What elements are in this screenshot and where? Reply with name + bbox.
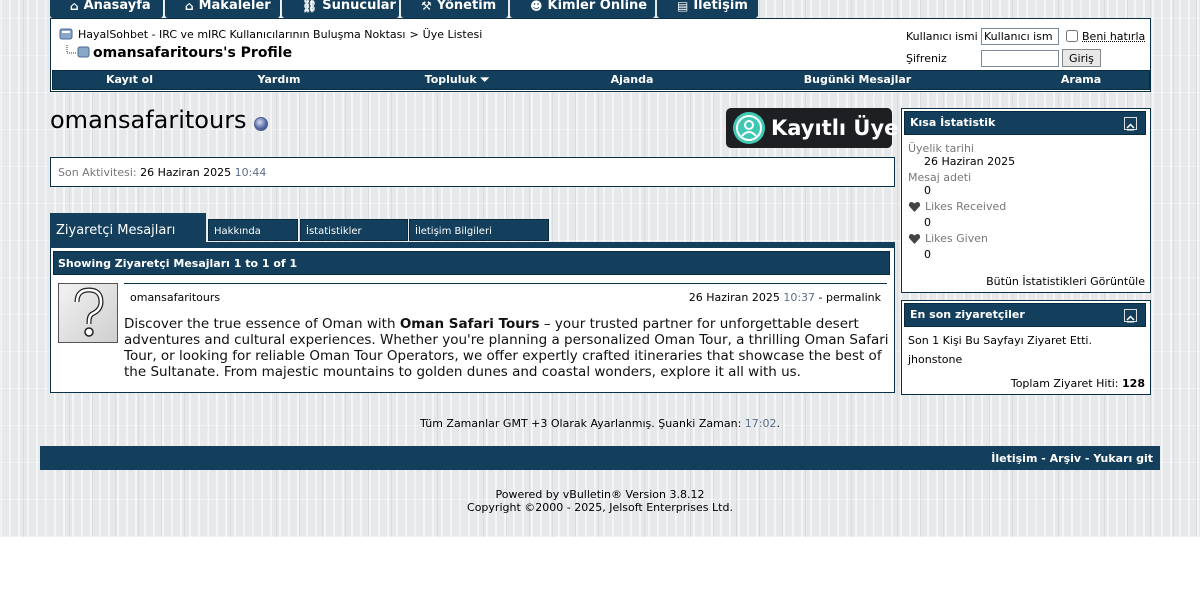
likes-given-value: 0 [924,248,931,261]
last-activity-time: 10:44 [234,166,267,179]
mini-stats-header: Kısa İstatistik [904,111,1146,135]
visitor-messages-header: Showing Ziyaretçi Mesajları 1 to 1 of 1 [53,251,890,275]
last-activity-box: Son Aktivitesi: 26 Haziran 2025 10:44 [50,157,895,187]
rank-title: Kayıtlı Üye [771,116,899,140]
copyright-text: Copyright ©2000 - 2025, Jelsoft Enterpri… [467,501,733,514]
visitor-link[interactable]: jhonstone [908,353,962,366]
profile-tabs: Ziyaretçi Mesajları Hakkında İstatistikl… [50,213,895,243]
topnav-management[interactable]: ⚒ Yönetim [401,0,508,18]
likes-received-value: 0 [924,216,931,229]
forum-home-icon[interactable] [59,28,73,40]
document-icon: ▤ [677,0,689,13]
current-time: 17:02 [744,417,777,430]
total-visits: Toplam Ziyaret Hiti: 128 [1010,377,1145,390]
topnav-contact[interactable]: ▤ İletişim [657,0,758,18]
likes-received-label: Likes Received [908,200,1006,213]
last-activity-label: Son Aktivitesi: [58,166,137,179]
last-activity-date: 26 Haziran 2025 [140,166,232,179]
recent-visitors-header: En son ziyaretçiler [904,303,1146,327]
unknown-avatar-icon [74,287,104,337]
breadcrumb-member-list-link[interactable]: Üye Listesi [423,28,483,41]
avatar[interactable] [58,283,118,343]
message-text: Discover the true essence of Oman with O… [124,316,889,380]
home-icon: ⌂ [185,0,194,13]
offline-status-icon [254,117,268,131]
heart-icon [908,233,921,244]
dropdown-arrow-icon: ⏷ [480,73,490,86]
tab-statistics[interactable]: İstatistikler [300,219,408,241]
join-date-value: 26 Haziran 2025 [924,155,1016,168]
footer-links: İletişim - Arşiv - Yukarı git [991,452,1153,465]
menu-bar: Kayıt ol Yardım Topluluk ⏷ Ajanda Bugünk… [52,70,1150,90]
menu-help[interactable]: Yardım [206,71,352,89]
top-navigation: ⌂ Anasayfa ⌂ Makaleler ⛓ Sunucular ⚒ Yönetim… [50,0,760,18]
tab-visitor-messages[interactable]: Ziyaretçi Mesajları [50,213,206,243]
topnav-home[interactable]: ⌂ Anasayfa [50,0,163,18]
users-icon: ☻ [530,0,543,13]
menu-calendar[interactable]: Ajanda [562,71,702,89]
visitor-messages-panel: Showing Ziyaretçi Mesajları 1 to 1 of 1 … [50,248,895,393]
collapse-icon[interactable] [1124,117,1137,131]
mini-stats-box: Kısa İstatistik Üyelik tarihi 26 Haziran… [901,108,1151,293]
topnav-articles[interactable]: ⌂ Makaleler [165,0,280,18]
footer-top-link[interactable]: Yukarı git [1093,452,1153,465]
page-title: omansafaritours's Profile [93,45,293,61]
message-meta: omansafaritours 26 Haziran 2025 10:37 - … [124,283,887,306]
user-rank-icon [733,112,765,144]
link-icon: ⛓ [302,0,318,13]
username-input[interactable] [981,27,1059,45]
login-form: Kullanıcı ismi Beni hatırla Şifreniz Gir… [906,25,1145,69]
permalink-link[interactable]: - permalink [819,291,881,304]
remember-me[interactable]: Beni hatırla [1066,30,1145,43]
password-label: Şifreniz [906,51,947,65]
message-date: 26 Haziran 2025 10:37 - permalink [688,291,881,304]
collapse-icon[interactable] [1124,309,1137,323]
tab-contact-info[interactable]: İletişim Bilgileri [409,219,549,241]
likes-given-label: Likes Given [908,232,988,245]
message-author-link[interactable]: omansafaritours [130,291,220,304]
timezone-note: Tüm Zamanlar GMT +3 Olarak Ayarlanmış. Ş… [420,417,780,430]
navbar-box: HayalSohbet - IRC ve mIRC Kullanıcıların… [50,18,1151,92]
profile-username: omansafaritours [50,106,247,134]
username-label: Kullanıcı ismi [906,29,978,43]
heart-icon [908,201,921,212]
post-count-value: 0 [924,184,931,197]
footer-bar: İletişim - Arşiv - Yukarı git [40,446,1160,470]
menu-register[interactable]: Kayıt ol [53,71,206,89]
message-bold-text: Oman Safari Tours [399,316,540,332]
login-button[interactable]: Giriş [1062,49,1101,67]
view-all-stats-link[interactable]: Bütün İstatistikleri Görüntüle [986,275,1145,288]
breadcrumb: HayalSohbet - IRC ve mIRC Kullanıcıların… [59,28,482,41]
topnav-online-users[interactable]: ☻ Kimler Online [510,0,655,18]
tab-about[interactable]: Hakkında [208,219,298,241]
menu-community[interactable]: Topluluk ⏷ [352,71,562,89]
password-input[interactable] [981,49,1059,67]
tree-branch-icon [66,45,90,58]
remember-me-checkbox[interactable] [1066,30,1078,42]
recent-visitors-box: En son ziyaretçiler Son 1 Kişi Bu Sayfay… [901,300,1151,395]
menu-todays-posts[interactable]: Bugünki Mesajlar [702,71,1013,89]
footer-contact-link[interactable]: İletişim [991,452,1037,465]
breadcrumb-site-link[interactable]: HayalSohbet - IRC ve mIRC Kullanıcıların… [78,28,405,41]
join-date-label: Üyelik tarihi [908,142,974,155]
footer-archive-link[interactable]: Arşiv [1050,452,1081,465]
rank-badge: Kayıtlı Üye [726,108,898,148]
visitors-summary: Son 1 Kişi Bu Sayfayı Ziyaret Etti. [908,334,1092,347]
powered-by-text: Powered by vBulletin® Version 3.8.12 [495,488,705,501]
powered-by: Powered by vBulletin® Version 3.8.12 Cop… [0,488,1200,514]
home-icon: ⌂ [70,0,79,13]
post-count-label: Mesaj adeti [908,171,972,184]
menu-search[interactable]: Arama [1013,71,1149,89]
topnav-servers[interactable]: ⛓ Sunucular [282,0,399,18]
gavel-icon: ⚒ [421,0,432,13]
